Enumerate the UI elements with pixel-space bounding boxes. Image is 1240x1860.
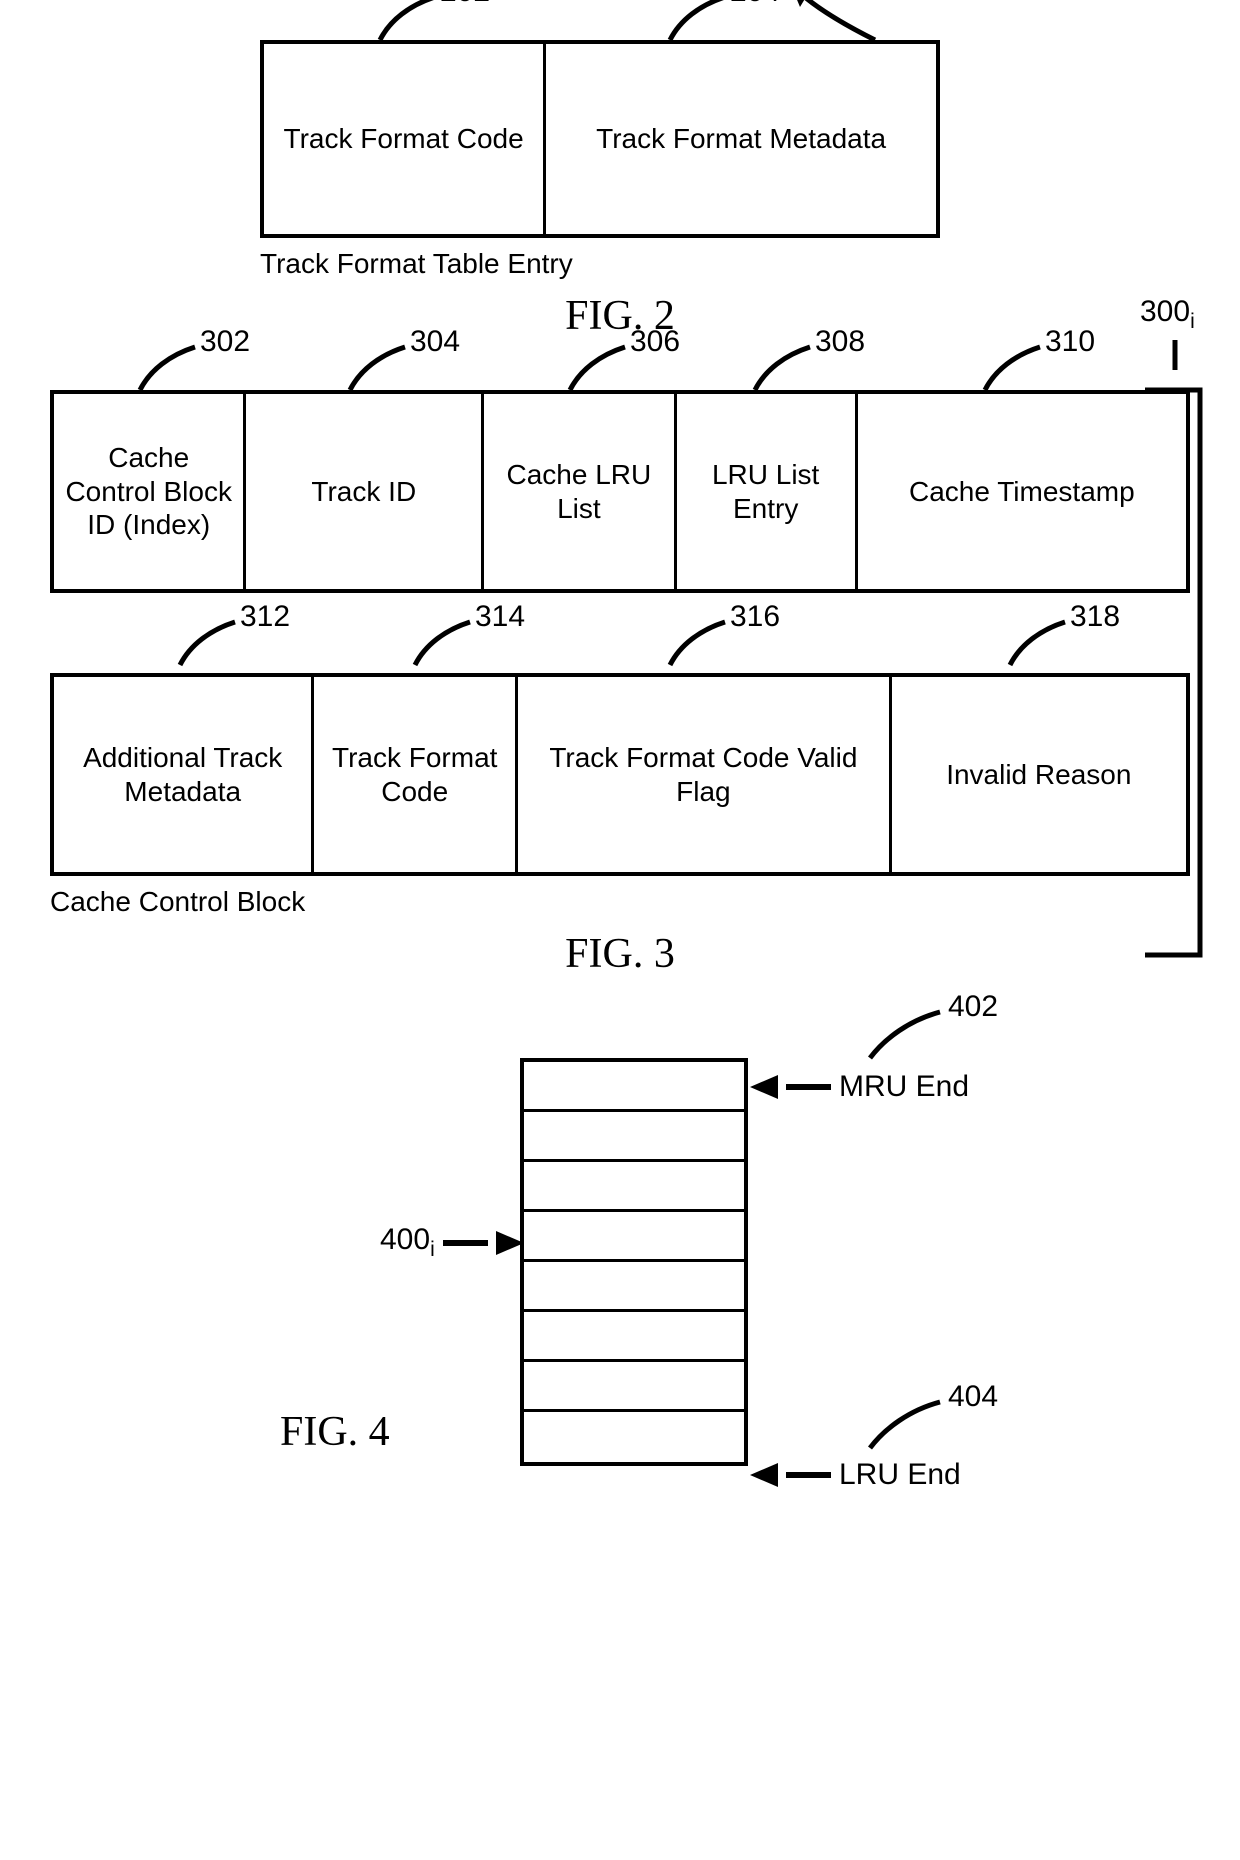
lru-stack: [520, 1058, 748, 1466]
fig4-title: FIG. 4: [280, 1408, 390, 1456]
lead-num: 404: [948, 1380, 998, 1414]
fig3-caption: Cache Control Block: [50, 886, 1190, 918]
stack-slot: [524, 1162, 744, 1212]
fig2: 200i 202 204 Track Format Code Track For…: [260, 40, 940, 280]
cell-additional-track-metadata: Additional Track Metadata: [54, 677, 314, 872]
cell-track-format-metadata: Track Format Metadata: [546, 44, 936, 234]
fig3-leads-r1: 302 304 306 308 310: [50, 335, 1190, 395]
ref-400i: 400i: [380, 1223, 524, 1262]
lead-num: 402: [948, 990, 998, 1024]
cell-cache-control-block-id: Cache Control Block ID (Index): [54, 394, 246, 589]
stack-slot: [524, 1062, 744, 1112]
cell-track-format-code: Track Format Code: [264, 44, 546, 234]
lru-end-label: LRU End: [750, 1458, 961, 1492]
fig2-leads: 202 204: [260, 0, 940, 45]
fig3-row2: Additional Track Metadata Track Format C…: [50, 673, 1190, 876]
cell-cache-lru-list: Cache LRU List: [484, 394, 676, 589]
arrow-left-icon: [750, 1075, 778, 1099]
label-text: MRU End: [839, 1070, 969, 1104]
stack-slot: [524, 1112, 744, 1162]
cell-track-id: Track ID: [246, 394, 484, 589]
stack-slot: [524, 1262, 744, 1312]
cell-track-format-code-valid-flag: Track Format Code Valid Flag: [518, 677, 892, 872]
ref-404: 404: [840, 1388, 1060, 1458]
fig2-row: Track Format Code Track Format Metadata: [260, 40, 940, 238]
ref-402: 402: [840, 998, 1060, 1068]
stack-slot: [524, 1412, 744, 1462]
stack-slot: [524, 1362, 744, 1412]
fig4: 402 404 MRU End LRU End 400i FIG. 4: [50, 1028, 1190, 1528]
label-text: LRU End: [839, 1458, 961, 1492]
arrow-left-icon: [750, 1463, 778, 1487]
stack-slot: [524, 1312, 744, 1362]
cell-lru-list-entry: LRU List Entry: [677, 394, 858, 589]
cell-invalid-reason: Invalid Reason: [892, 677, 1186, 872]
stack-slot: [524, 1212, 744, 1262]
lead-num: 202: [440, 0, 490, 9]
lead-num: 204: [730, 0, 780, 9]
ref-sub: i: [430, 1238, 435, 1261]
fig2-title: FIG. 2: [20, 292, 1220, 340]
fig3: 300i 302 304 306 308 310 Cache Control B…: [50, 390, 1190, 918]
fig3-row1: Cache Control Block ID (Index) Track ID …: [50, 390, 1190, 593]
cell-track-format-code: Track Format Code: [314, 677, 518, 872]
fig2-caption: Track Format Table Entry: [260, 248, 940, 280]
mru-end-label: MRU End: [750, 1070, 969, 1104]
cell-cache-timestamp: Cache Timestamp: [858, 394, 1186, 589]
ref-num: 400: [380, 1223, 430, 1256]
fig3-title: FIG. 3: [20, 930, 1220, 978]
